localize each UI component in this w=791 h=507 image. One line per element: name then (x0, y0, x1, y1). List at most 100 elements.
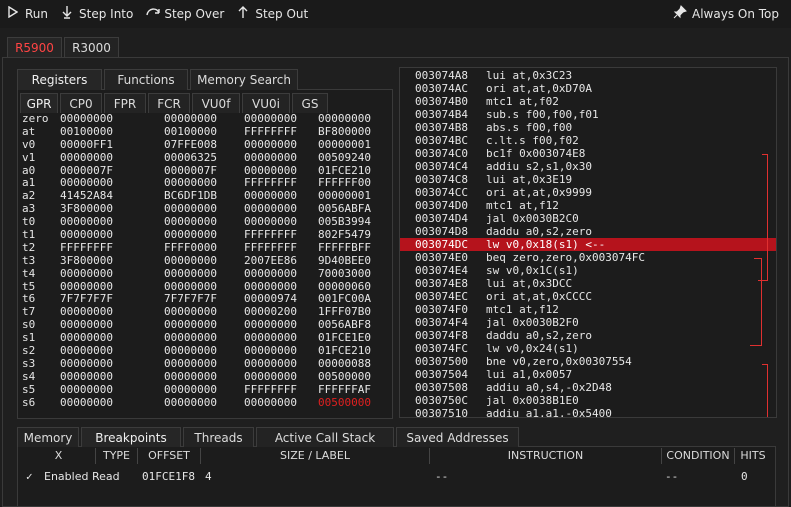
register-row[interactable]: s3 00000000 00000000 00000000 00000088 (22, 357, 392, 371)
col-header-hits[interactable]: HITS (735, 448, 771, 464)
run-button[interactable]: Run (0, 2, 54, 26)
register-row[interactable]: s5 00000000 00000000 FFFFFFFF FFFFFFAF (22, 383, 392, 397)
register-value[interactable]: 802F5479 (318, 228, 392, 242)
disassembly-row[interactable]: 00307504 lui a1,0x0057 (400, 368, 776, 381)
register-row[interactable]: t3 3F800000 00000000 2007EE86 9D40BEE0 (22, 254, 392, 268)
register-value[interactable]: FFFFFFAF (318, 383, 392, 397)
breakpoint-row[interactable]: ✓ Enabled Read 01FCE1F8 4 -- -- 0 (22, 469, 761, 485)
register-value[interactable]: 07FFE008 (164, 138, 244, 152)
register-row[interactable]: s6 00000000 00000000 00000000 00500000 (22, 396, 392, 410)
disassembly-row[interactable]: 003074EC ori at,at,0xCCCC (400, 290, 776, 303)
tab-threads[interactable]: Threads (183, 427, 254, 447)
col-header-x[interactable]: X (22, 448, 96, 464)
register-value[interactable]: FFFFFFFF (244, 125, 318, 139)
disassembly-row[interactable]: 0030750C jal 0x0038B1E0 (400, 394, 776, 407)
disassembly-row[interactable]: 003074B8 abs.s f00,f00 (400, 121, 776, 134)
register-value[interactable]: 00000FF1 (60, 138, 164, 152)
tab-cp0[interactable]: CP0 (60, 93, 102, 113)
register-row[interactable]: t2 FFFFFFFF FFFF0000 FFFFFFFF FFFFFBFF (22, 241, 392, 255)
register-value[interactable]: 00100000 (164, 125, 244, 139)
register-value[interactable]: 00000000 (244, 396, 318, 410)
tab-fpr[interactable]: FPR (104, 93, 146, 113)
register-value[interactable]: 00000001 (318, 138, 392, 152)
register-value[interactable]: 00000000 (60, 396, 164, 410)
disassembly-row[interactable]: 003074E4 sw v0,0x1C(s1) (400, 264, 776, 277)
tab-memory[interactable]: Memory (17, 427, 79, 447)
tab-r3000[interactable]: R3000 (64, 37, 119, 57)
tab-vu0i[interactable]: VU0i (242, 93, 290, 113)
disassembly-row[interactable]: 003074F0 mtc1 at,f12 (400, 303, 776, 316)
disassembly-row[interactable]: 003074E8 lui at,0x3DCC (400, 277, 776, 290)
register-value[interactable]: FFFFFFFF (244, 383, 318, 397)
register-row[interactable]: s4 00000000 00000000 00000000 00500000 (22, 370, 392, 384)
col-header-condition[interactable]: CONDITION (662, 448, 735, 464)
register-value[interactable]: 00500000 (318, 396, 392, 410)
col-header-type[interactable]: TYPE (96, 448, 138, 464)
disassembly-row[interactable]: 003074BC c.lt.s f00,f02 (400, 134, 776, 147)
register-value[interactable]: 00000000 (244, 113, 318, 126)
register-value[interactable]: 01FCE210 (318, 344, 392, 358)
register-value[interactable]: 00000000 (244, 267, 318, 281)
disassembly-row[interactable]: 003074C8 lui at,0x3E19 (400, 173, 776, 186)
register-value[interactable]: 00100000 (60, 125, 164, 139)
disassembly-row[interactable]: 003074F4 jal 0x0030B2F0 (400, 316, 776, 329)
disassembly-view[interactable]: 00307510 addiu a1,a1,-0x5400 0030750C jal 0… (399, 67, 777, 418)
register-value[interactable]: FFFFFBFF (318, 241, 392, 255)
tab-breakpoints[interactable]: Breakpoints (81, 427, 181, 447)
register-value[interactable]: 9D40BEE0 (318, 254, 392, 268)
register-value[interactable]: 00000000 (60, 151, 164, 165)
tab-memory-search[interactable]: Memory Search (190, 69, 298, 90)
col-header-offset[interactable]: OFFSET (138, 448, 201, 464)
disassembly-row[interactable]: 00307508 addiu a0,s4,-0x2D48 (400, 381, 776, 394)
tab-gs[interactable]: GS (292, 93, 328, 113)
disassembly-row[interactable]: 003074C0 bc1f 0x003074E8 (400, 147, 776, 160)
register-value[interactable]: 00000000 (60, 344, 164, 358)
register-value[interactable]: 00006325 (164, 151, 244, 165)
register-row[interactable]: v1 00000000 00006325 00000000 00509240 (22, 151, 392, 165)
tab-saved-addresses[interactable]: Saved Addresses (396, 427, 519, 447)
disassembly-row[interactable]: 003074B0 mtc1 at,f02 (400, 95, 776, 108)
tab-registers[interactable]: Registers (17, 69, 102, 90)
register-value[interactable]: 00000000 (164, 383, 244, 397)
register-value[interactable]: 00000000 (164, 228, 244, 242)
register-value[interactable]: 00509240 (318, 151, 392, 165)
disassembly-row[interactable]: 003074CC ori at,at,0x9999 (400, 186, 776, 199)
register-value[interactable]: 00000000 (244, 344, 318, 358)
register-value[interactable]: FFFFFFFF (244, 228, 318, 242)
step-out-button[interactable]: Step Out (230, 2, 314, 26)
tab-vu0f[interactable]: VU0f (192, 93, 240, 113)
register-value[interactable]: 00000000 (60, 228, 164, 242)
disassembly-row[interactable]: 003074E0 beq zero,zero,0x003074FC (400, 251, 776, 264)
step-over-button[interactable]: Step Over (139, 2, 230, 26)
register-value[interactable]: 3F800000 (60, 254, 164, 268)
register-value[interactable]: 00000088 (318, 357, 392, 371)
register-value[interactable]: 00000000 (60, 113, 164, 126)
tab-functions[interactable]: Functions (104, 69, 188, 90)
register-value[interactable]: 00000000 (244, 138, 318, 152)
disassembly-row[interactable]: 003074F8 daddu a0,s2,zero (400, 329, 776, 342)
tab-fcr[interactable]: FCR (148, 93, 190, 113)
register-row[interactable]: t1 00000000 00000000 FFFFFFFF 802F5479 (22, 228, 392, 242)
disassembly-row[interactable]: 003074D4 jal 0x0030B2C0 (400, 212, 776, 225)
register-value[interactable]: 00500000 (318, 370, 392, 384)
disassembly-row[interactable]: 00307510 addiu a1,a1,-0x5400 (400, 407, 776, 417)
disassembly-row[interactable]: 003074C4 addiu s2,s1,0x30 (400, 160, 776, 173)
register-row[interactable]: zero 00000000 00000000 00000000 00000000 (22, 113, 392, 126)
disassembly-row[interactable]: 003074B4 sub.s f00,f00,f01 (400, 108, 776, 121)
register-value[interactable]: 00000000 (164, 267, 244, 281)
register-value[interactable]: FFFFFFFF (244, 241, 318, 255)
gpr-register-table[interactable]: zero 00000000 00000000 00000000 00000000 at 00… (22, 113, 392, 415)
step-into-button[interactable]: Step Into (54, 2, 139, 26)
register-row[interactable]: at 00100000 00100000 FFFFFFFF BF800000 (22, 125, 392, 139)
col-header-size-label[interactable]: SIZE / LABEL (201, 448, 430, 464)
register-value[interactable]: 00000000 (164, 396, 244, 410)
register-value[interactable]: FFFFFFFF (60, 241, 164, 255)
col-header-instruction[interactable]: INSTRUCTION (430, 448, 662, 464)
disassembly-row[interactable]: 003074D8 daddu a0,s2,zero (400, 225, 776, 238)
register-value[interactable]: BF800000 (318, 125, 392, 139)
register-value[interactable]: 00000000 (164, 370, 244, 384)
register-value[interactable]: 00000000 (164, 113, 244, 126)
always-on-top-button[interactable]: Always On Top (667, 2, 785, 26)
register-value[interactable]: FFFF0000 (164, 241, 244, 255)
register-value[interactable]: 00000000 (164, 254, 244, 268)
